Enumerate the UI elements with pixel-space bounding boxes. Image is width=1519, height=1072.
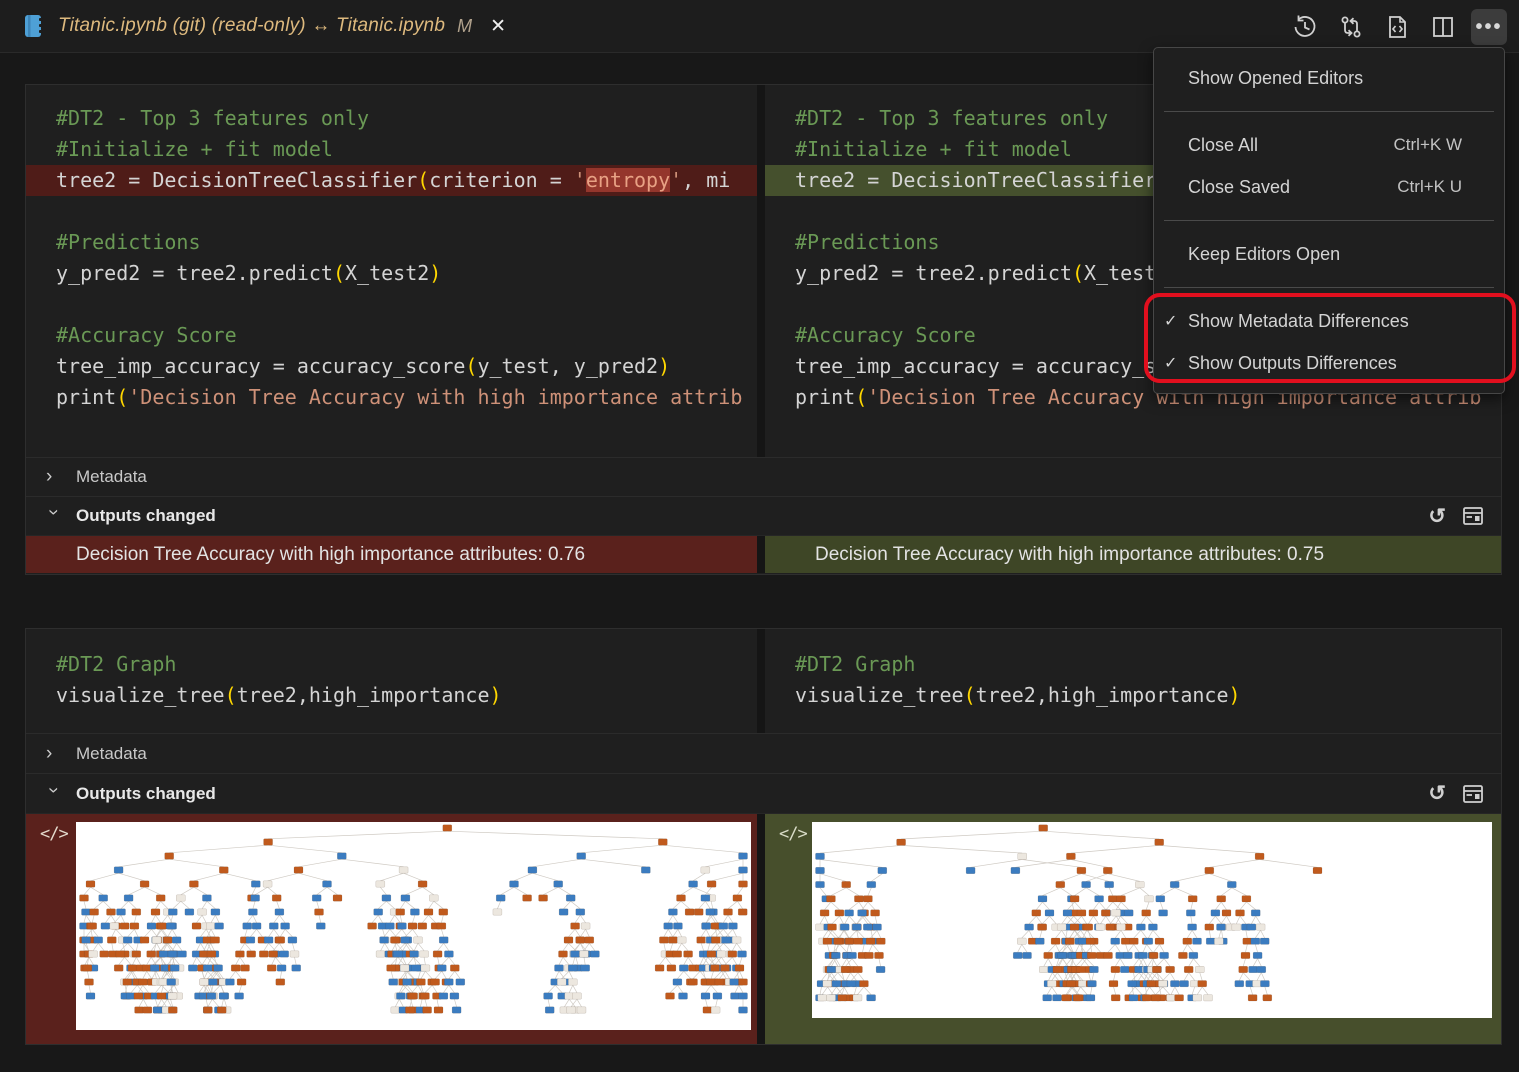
decision-tree-image bbox=[76, 822, 751, 1030]
diff-pane-modified[interactable]: #DT2 Graphvisualize_tree(tree2,high_impo… bbox=[765, 629, 1501, 733]
menu-separator bbox=[1164, 220, 1494, 221]
metadata-label: Metadata bbox=[76, 744, 147, 764]
menu-item-label: Show Outputs Differences bbox=[1188, 353, 1492, 374]
code-line: #Accuracy Score bbox=[26, 320, 757, 351]
editor-tab-bar: Titanic.ipynb (git) (read-only) ↔ Titani… bbox=[0, 0, 1519, 53]
menu-item-show-outputs-differences[interactable]: ✓Show Outputs Differences bbox=[1154, 342, 1504, 384]
vscode-diff-editor: Titanic.ipynb (git) (read-only) ↔ Titani… bbox=[0, 0, 1519, 1072]
menu-item-close-all[interactable]: Close AllCtrl+K W bbox=[1154, 124, 1504, 166]
output-band-divider bbox=[757, 814, 765, 1044]
code-line: visualize_tree(tree2,high_importance) bbox=[26, 680, 757, 711]
code-line: print('Decision Tree Accuracy with high … bbox=[26, 382, 757, 413]
code-diff-area: #DT2 Graphvisualize_tree(tree2,high_impo… bbox=[26, 629, 1501, 733]
output-band-divider bbox=[757, 536, 765, 573]
discard-changes-icon[interactable]: ↺ bbox=[1428, 506, 1446, 527]
menu-item-label: Keep Editors Open bbox=[1188, 244, 1492, 265]
notebook-cell-diff-2: #DT2 Graphvisualize_tree(tree2,high_impo… bbox=[25, 628, 1502, 1045]
pane-divider[interactable] bbox=[757, 629, 765, 733]
open-diff-editor-icon[interactable] bbox=[1461, 782, 1485, 806]
notebook-icon bbox=[22, 12, 46, 40]
open-file-code-icon[interactable] bbox=[1379, 9, 1415, 45]
menu-item-shortcut: Ctrl+K W bbox=[1394, 135, 1492, 155]
menu-item-label: Show Opened Editors bbox=[1188, 68, 1492, 89]
image-output-original: </> bbox=[26, 814, 757, 1044]
chevron-right-icon: › bbox=[46, 743, 60, 765]
code-line bbox=[26, 289, 757, 320]
menu-item-shortcut: Ctrl+K U bbox=[1397, 177, 1492, 197]
diff-pane-original[interactable]: #DT2 - Top 3 features only#Initialize + … bbox=[26, 85, 757, 457]
code-line: visualize_tree(tree2,high_importance) bbox=[765, 680, 1501, 711]
decision-tree-image bbox=[812, 822, 1492, 1018]
code-line: #DT2 Graph bbox=[765, 649, 1501, 680]
code-line: y_pred2 = tree2.predict(X_test2) bbox=[26, 258, 757, 289]
close-icon[interactable]: ✕ bbox=[490, 15, 506, 38]
menu-item-label: Close All bbox=[1188, 135, 1394, 156]
split-editor-icon[interactable] bbox=[1425, 9, 1461, 45]
menu-separator bbox=[1164, 111, 1494, 112]
image-output-diff-band: </> </> bbox=[26, 813, 1501, 1044]
metadata-section-header[interactable]: › Metadata bbox=[26, 733, 1501, 773]
chevron-down-icon: › bbox=[42, 787, 64, 801]
code-line: #DT2 Graph bbox=[26, 649, 757, 680]
metadata-label: Metadata bbox=[76, 467, 147, 487]
more-actions-icon[interactable]: ••• bbox=[1471, 9, 1507, 45]
open-diff-editor-icon[interactable] bbox=[1461, 504, 1485, 528]
code-line: #Predictions bbox=[26, 227, 757, 258]
menu-item-label: Show Metadata Differences bbox=[1188, 311, 1492, 332]
checkmark-icon: ✓ bbox=[1164, 353, 1188, 373]
outputs-header-actions: ↺ bbox=[1428, 774, 1485, 813]
code-output-icon: </> bbox=[779, 824, 807, 844]
checkmark-icon: ✓ bbox=[1164, 311, 1188, 331]
output-modified: Decision Tree Accuracy with high importa… bbox=[765, 536, 1501, 573]
tab-title: Titanic.ipynb (git) (read-only) ↔ Titani… bbox=[58, 15, 445, 37]
code-line: tree_imp_accuracy = accuracy_score(y_tes… bbox=[26, 351, 757, 382]
menu-separator bbox=[1164, 287, 1494, 288]
menu-item-keep-editors-open[interactable]: Keep Editors Open bbox=[1154, 233, 1504, 275]
chevron-right-icon: › bbox=[46, 466, 60, 488]
timeline-history-icon[interactable] bbox=[1287, 9, 1323, 45]
output-diff-band: Decision Tree Accuracy with high importa… bbox=[26, 535, 1501, 573]
code-line: tree2 = DecisionTreeClassifier(criterion… bbox=[26, 165, 757, 196]
metadata-section-header[interactable]: › Metadata bbox=[26, 457, 1501, 496]
outputs-changed-label: Outputs changed bbox=[76, 506, 216, 526]
code-line: #Initialize + fit model bbox=[26, 134, 757, 165]
chevron-down-icon: › bbox=[42, 509, 64, 523]
editor-actions-context-menu: Show Opened EditorsClose AllCtrl+K WClos… bbox=[1153, 47, 1505, 394]
diff-pane-original[interactable]: #DT2 Graphvisualize_tree(tree2,high_impo… bbox=[26, 629, 757, 733]
modified-badge: M bbox=[457, 16, 472, 37]
menu-item-label: Close Saved bbox=[1188, 177, 1397, 198]
diff-tab[interactable]: Titanic.ipynb (git) (read-only) ↔ Titani… bbox=[0, 0, 506, 52]
code-output-icon: </> bbox=[40, 824, 68, 844]
discard-changes-icon[interactable]: ↺ bbox=[1428, 783, 1446, 804]
output-original: Decision Tree Accuracy with high importa… bbox=[26, 536, 757, 573]
outputs-section-header[interactable]: › Outputs changed ↺ bbox=[26, 496, 1501, 535]
menu-item-close-saved[interactable]: Close SavedCtrl+K U bbox=[1154, 166, 1504, 208]
code-line bbox=[26, 196, 757, 227]
editor-actions: ••• bbox=[1287, 0, 1507, 53]
git-compare-icon[interactable] bbox=[1333, 9, 1369, 45]
pane-divider[interactable] bbox=[757, 85, 765, 457]
menu-item-show-opened-editors[interactable]: Show Opened Editors bbox=[1154, 57, 1504, 99]
outputs-changed-label: Outputs changed bbox=[76, 784, 216, 804]
code-line: #DT2 - Top 3 features only bbox=[26, 103, 757, 134]
outputs-header-actions: ↺ bbox=[1428, 497, 1485, 535]
menu-item-show-metadata-differences[interactable]: ✓Show Metadata Differences bbox=[1154, 300, 1504, 342]
image-output-modified: </> bbox=[765, 814, 1501, 1044]
outputs-section-header[interactable]: › Outputs changed ↺ bbox=[26, 773, 1501, 813]
